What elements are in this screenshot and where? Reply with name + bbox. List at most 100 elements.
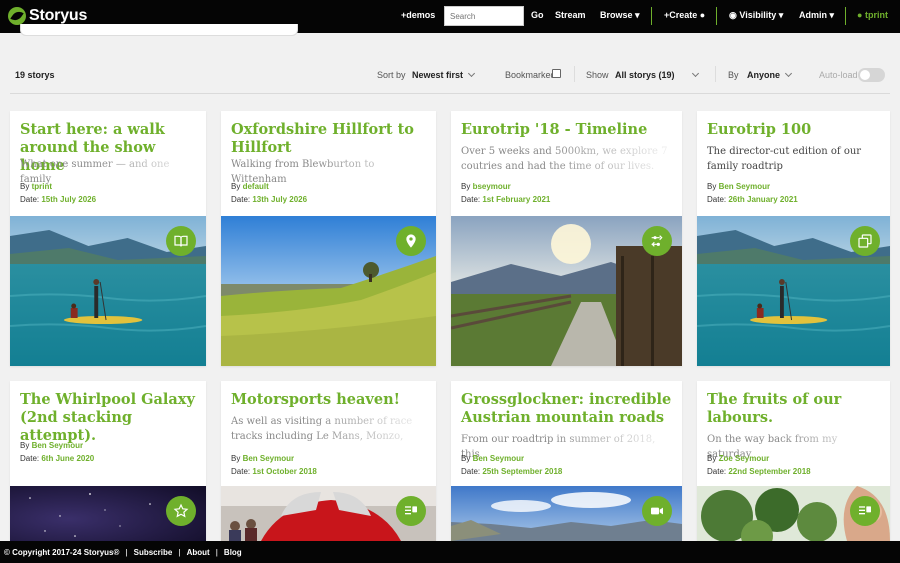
story-title[interactable]: Oxfordshire Hillfort to Hillfort (231, 121, 428, 157)
story-excerpt: The director-cut edition of our family r… (707, 146, 862, 172)
list-icon (396, 496, 426, 526)
date-label: Date: (461, 195, 483, 204)
story-count: 19 storys (15, 70, 55, 80)
sort-select[interactable]: Newest first (412, 69, 476, 80)
admin-label: Admin (799, 10, 827, 20)
book-icon (166, 226, 196, 256)
author-label: By (461, 454, 473, 463)
online-dot-icon: ● (857, 10, 863, 20)
story-date: Date: 25th September 2018 (461, 467, 562, 476)
author-link[interactable]: Ben Seymour (473, 454, 525, 463)
date-value: 13th July 2026 (252, 195, 308, 204)
story-title[interactable]: Grossglockner: incredible Austrian mount… (461, 391, 674, 427)
story-date: Date: 22nd September 2018 (707, 467, 811, 476)
story-date: Date: 1st February 2021 (461, 195, 550, 204)
user-name: tprint (864, 10, 888, 20)
visibility-menu[interactable]: ◉ Visibility ▾ (729, 10, 783, 21)
chevron-down-icon (691, 69, 699, 78)
dot-icon: ● (699, 10, 706, 20)
partial-input[interactable] (20, 24, 298, 36)
date-value: 1st February 2021 (482, 195, 551, 204)
author-link[interactable]: Ben Seymour (32, 441, 84, 450)
demos-link[interactable]: +demos (401, 10, 435, 20)
footer: © Copyright 2017-24 Storyus® | Subscribe… (0, 541, 900, 563)
story-card[interactable]: The Whirlpool Galaxy (2nd stacking attem… (10, 381, 206, 541)
search-input[interactable] (444, 6, 524, 26)
eye-icon: ◉ (729, 10, 737, 20)
date-label: Date: (707, 467, 729, 476)
map-pin-icon (396, 226, 426, 256)
sort-value: Newest first (412, 70, 464, 80)
show-value: All storys (19) (615, 70, 675, 80)
nav-divider (845, 7, 846, 25)
date-label: Date: (707, 195, 729, 204)
date-value: 1st October 2018 (252, 467, 317, 476)
story-card[interactable]: Oxfordshire Hillfort to Hillfort Walking … (221, 111, 436, 366)
author-link[interactable]: default (243, 182, 269, 191)
filter-divider (574, 66, 575, 82)
sort-label: Sort by (377, 70, 406, 80)
author-label: By (20, 441, 32, 450)
story-title[interactable]: Motorsports heaven! (231, 391, 428, 409)
caret-down-icon: ▾ (635, 10, 640, 20)
list-icon (850, 496, 880, 526)
author-label: By (20, 182, 32, 191)
about-link[interactable]: About (187, 548, 210, 557)
story-title[interactable]: The Whirlpool Galaxy (2nd stacking attem… (20, 391, 198, 445)
story-date: Date: 13th July 2026 (231, 195, 307, 204)
stream-link[interactable]: Stream (555, 10, 586, 20)
autoload-toggle[interactable] (858, 68, 885, 82)
by-select[interactable]: Anyone (747, 69, 793, 80)
browse-menu[interactable]: Browse ▾ (600, 10, 640, 21)
story-card[interactable]: Eurotrip 100 The director-cut edition of … (697, 111, 890, 366)
story-card[interactable]: Start here: a walk around the show home W… (10, 111, 206, 366)
show-select[interactable]: All storys (19) (615, 69, 699, 80)
chevron-down-icon (784, 69, 793, 78)
story-card[interactable]: Grossglockner: incredible Austrian mount… (451, 381, 682, 541)
author-label: By (231, 454, 243, 463)
story-title[interactable]: Eurotrip 100 (707, 121, 882, 139)
author-link[interactable]: Ben Seymour (719, 182, 771, 191)
bookmarked-checkbox[interactable] (552, 69, 561, 78)
date-label: Date: (461, 467, 483, 476)
nav-divider (716, 7, 717, 25)
author-link[interactable]: Zoe Seymour (719, 454, 770, 463)
author-link[interactable]: Ben Seymour (243, 454, 295, 463)
story-card[interactable]: The fruits of our labours. On the way bac… (697, 381, 890, 541)
blog-link[interactable]: Blog (224, 548, 242, 557)
story-author: By Ben Seymour (20, 441, 83, 450)
autoload-label: Auto-load (819, 70, 858, 80)
logo[interactable]: Storyus (8, 7, 87, 25)
story-title[interactable]: The fruits of our labours. (707, 391, 882, 427)
author-link[interactable]: tprint (32, 182, 52, 191)
story-card[interactable]: Eurotrip '18 - Timeline Over 5 weeks and … (451, 111, 682, 366)
user-menu[interactable]: ● tprint (857, 10, 888, 20)
story-author: By Ben Seymour (231, 454, 294, 463)
date-value: 6th June 2020 (41, 454, 95, 463)
story-date: Date: 1st October 2018 (231, 467, 317, 476)
caret-down-icon: ▾ (829, 10, 835, 20)
author-label: By (231, 182, 243, 191)
admin-menu[interactable]: Admin ▾ (799, 10, 834, 21)
author-label: By (707, 454, 719, 463)
date-value: 26th January 2021 (728, 195, 798, 204)
date-label: Date: (20, 454, 42, 463)
browse-label: Browse (600, 10, 633, 20)
show-label: Show (586, 70, 609, 80)
footer-separator: | (215, 547, 218, 557)
story-author: By tprint (20, 182, 52, 191)
date-label: Date: (20, 195, 42, 204)
create-label: Create (669, 10, 698, 20)
date-label: Date: (231, 195, 253, 204)
author-link[interactable]: bseymour (473, 182, 511, 191)
story-card[interactable]: Motorsports heaven! As well as visiting a… (221, 381, 436, 541)
go-button[interactable]: Go (531, 10, 544, 20)
date-value: 15th July 2026 (41, 195, 97, 204)
create-menu[interactable]: +Create ● (664, 10, 705, 20)
gallery-icon (850, 226, 880, 256)
subscribe-link[interactable]: Subscribe (134, 548, 173, 557)
copyright-text: © Copyright 2017-24 Storyus® (4, 547, 120, 557)
story-title[interactable]: Eurotrip '18 - Timeline (461, 121, 674, 139)
story-excerpt: As well as visiting a number of race tra… (231, 416, 413, 442)
logo-leaf-icon (8, 7, 26, 25)
